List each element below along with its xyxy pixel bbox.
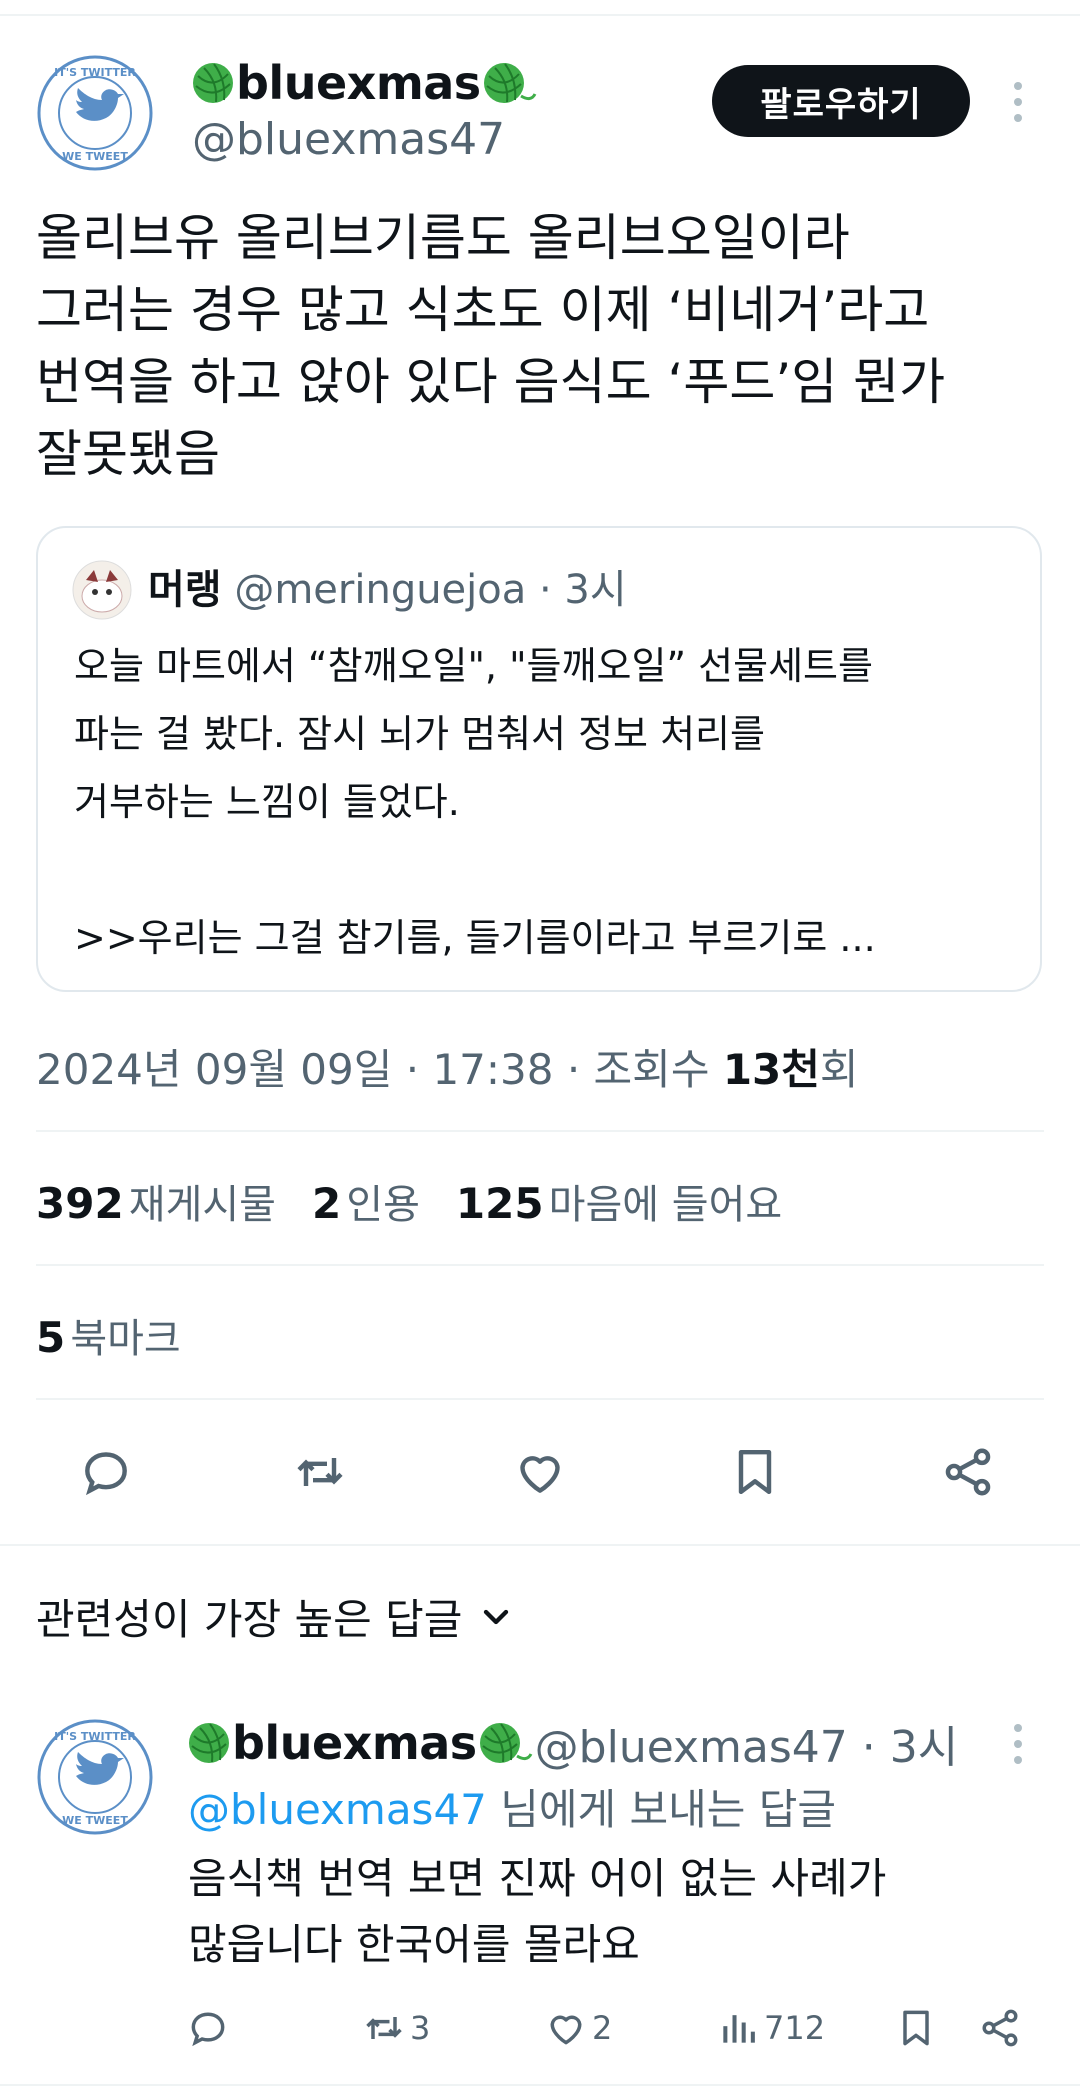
yarn-emoji-icon (483, 63, 537, 103)
author-name[interactable]: bluexmas (190, 52, 537, 114)
retweet-icon (366, 2017, 402, 2039)
sort-label: 관련성이 가장 높은 답글 (36, 1595, 463, 1644)
replying-to-suffix: 님에게 보내는 답글 (486, 1785, 837, 1834)
tweet-text-line: 올리브유 올리브기름도 올리브오일이라 (36, 209, 850, 267)
reply-icon[interactable] (78, 1444, 134, 1500)
bookmark-icon[interactable] (727, 1444, 783, 1500)
tweet-text-line: 잘못됐음 (36, 425, 220, 483)
reply-retweet-button[interactable]: 3 (362, 2006, 430, 2050)
replying-to-link[interactable]: @bluexmas47 (188, 1785, 487, 1834)
bookmarks-metric[interactable]: 5 북마크 (36, 1306, 181, 1364)
reply-text-line: 많읍니다 한국어를 몰라요 (188, 1920, 640, 1969)
reply-sort-dropdown[interactable]: 관련성이 가장 높은 답글 (36, 1586, 516, 1647)
divider (36, 1398, 1044, 1400)
follow-button[interactable]: 팔로우하기 (712, 65, 970, 137)
reply-like-count: 2 (592, 2009, 613, 2047)
bookmark-icon (903, 2010, 929, 2046)
quote-display-name: 머랭 (148, 567, 222, 613)
reply-bookmark-button[interactable] (894, 2006, 938, 2050)
yarn-emoji-icon (193, 63, 233, 103)
reply-author-avatar[interactable]: IT'S TWITTER WE TWEET (36, 1718, 154, 1836)
like-icon (550, 2015, 582, 2045)
reply-view-count: 712 (764, 2009, 826, 2047)
reply-icon (191, 2012, 225, 2047)
tweet-text-line: 그러는 경우 많고 식초도 이제 ‘비네거’라고 (36, 281, 930, 339)
likes-metric[interactable]: 125 마음에 들어요 (456, 1172, 782, 1230)
svg-text:WE TWEET: WE TWEET (62, 1814, 128, 1827)
chevron-down-icon (484, 1609, 509, 1624)
author-handle[interactable]: @bluexmas47 (192, 114, 505, 165)
retweets-metric[interactable]: 392 재게시물 (36, 1172, 276, 1230)
quote-header: 머랭 @meringuejoa · 3시 (148, 562, 627, 618)
display-name: bluexmas (236, 56, 481, 110)
more-icon[interactable] (1006, 80, 1030, 124)
views-icon (723, 2015, 755, 2043)
quote-text-line: 오늘 마트에서 “참깨오일", "들깨오일” 선물세트를 (74, 644, 873, 688)
timestamp-text: 2024년 09월 09일 · 17:38 · 조회수 (36, 1045, 723, 1094)
reply-header: bluexmas @bluexmas47 · 3시 (186, 1712, 958, 1774)
reply-retweet-count: 3 (410, 2009, 431, 2047)
reply-reply-button[interactable] (186, 2006, 230, 2050)
views-count: 13천 (722, 1045, 820, 1094)
reply-text: 음식책 번역 보면 진짜 어이 없는 사례가 많읍니다 한국어를 몰라요 (188, 1846, 1048, 1978)
share-icon[interactable] (940, 1444, 996, 1500)
divider (36, 1264, 1044, 1266)
avatar-stamp-icon: IT'S TWITTER WE TWEET (37, 55, 153, 171)
like-icon[interactable] (512, 1444, 568, 1500)
quote-text-line (74, 836, 1024, 904)
svg-text:WE TWEET: WE TWEET (62, 150, 128, 163)
share-icon (982, 2009, 1018, 2047)
quote-text-line: 파는 걸 봤다. 잠시 뇌가 멈춰서 정보 처리를 (74, 712, 765, 756)
tweet-text-line: 번역을 하고 앉아 있다 음식도 ‘푸드’임 뭔가 (36, 353, 946, 411)
reply-share-button[interactable] (978, 2006, 1022, 2050)
tweet-timestamp: 2024년 09월 09일 · 17:38 · 조회수 13천회 (36, 1036, 859, 1097)
tweet-text: 올리브유 올리브기름도 올리브오일이라 그러는 경우 많고 식초도 이제 ‘비네… (36, 202, 1046, 490)
quotes-metric[interactable]: 2 인용 (312, 1172, 420, 1230)
yarn-emoji-icon (479, 1723, 533, 1763)
divider (36, 1130, 1044, 1132)
quoted-tweet-card[interactable]: 머랭 @meringuejoa · 3시 오늘 마트에서 “참깨오일", "들깨… (36, 526, 1042, 992)
svg-text:IT'S TWITTER: IT'S TWITTER (54, 66, 136, 79)
yarn-emoji-icon (189, 1723, 229, 1763)
avatar-stamp-icon: IT'S TWITTER WE TWEET (37, 1719, 153, 1835)
quote-text-line: >>우리는 그걸 참기름, 들기름이라고 부르기로 ... (74, 916, 876, 960)
retweet-icon[interactable] (292, 1444, 348, 1500)
bottom-divider (0, 2084, 1080, 2086)
quote-avatar (72, 560, 132, 620)
reply-views-button[interactable]: 712 (716, 2006, 825, 2050)
views-suffix: 회 (819, 1045, 859, 1094)
quote-text-line: 거부하는 느낌이 들었다. (74, 780, 460, 824)
reply-display-name[interactable]: bluexmas (232, 1716, 477, 1770)
metrics-row: 392 재게시물 2 인용 125 마음에 들어요 (36, 1172, 782, 1230)
reply-handle-time[interactable]: @bluexmas47 · 3시 (535, 1711, 959, 1775)
reply-like-button[interactable]: 2 (544, 2006, 612, 2050)
top-divider (0, 14, 1080, 16)
author-avatar[interactable]: IT'S TWITTER WE TWEET (36, 54, 154, 172)
replying-to: @bluexmas47 님에게 보내는 답글 (188, 1776, 836, 1837)
svg-text:IT'S TWITTER: IT'S TWITTER (54, 1730, 136, 1743)
reply-text-line: 음식책 번역 보면 진짜 어이 없는 사례가 (188, 1854, 887, 1903)
section-divider (0, 1544, 1080, 1546)
quote-text: 오늘 마트에서 “참깨오일", "들깨오일” 선물세트를 파는 걸 봤다. 잠시… (74, 632, 1024, 972)
quote-handle-time: @meringuejoa · 3시 (234, 567, 627, 613)
reply-more-icon[interactable] (1006, 1722, 1030, 1766)
